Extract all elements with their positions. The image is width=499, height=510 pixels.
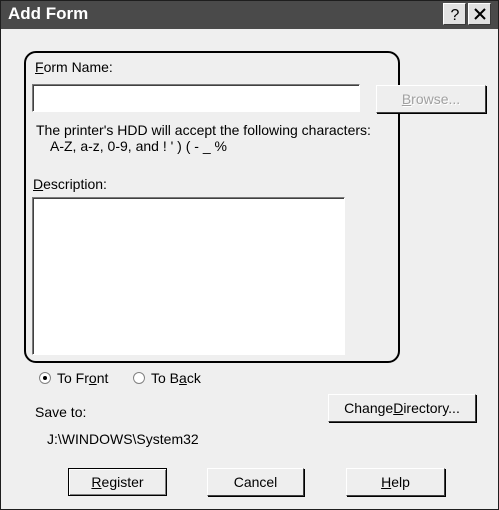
svg-text:?: ?	[451, 7, 460, 22]
cancel-button[interactable]: Cancel	[207, 468, 304, 496]
add-form-dialog: Add Form ? Form Name: Browse... The prin…	[0, 0, 499, 510]
radio-selected-dot	[43, 376, 47, 380]
description-label: Description:	[33, 176, 107, 192]
help-button[interactable]: Help	[346, 468, 445, 496]
register-button[interactable]: Register	[68, 468, 167, 496]
to-front-radio[interactable]	[39, 372, 51, 384]
dialog-title: Add Form	[8, 4, 89, 23]
close-button[interactable]	[468, 3, 491, 25]
to-back-radio[interactable]	[133, 372, 145, 384]
title-bar: Add Form ?	[1, 1, 498, 29]
description-textarea[interactable]	[32, 197, 345, 355]
save-path: J:\WINDOWS\System32	[47, 431, 199, 447]
allowed-characters-list: A-Z, a-z, 0-9, and ! ' ) ( - _ %	[50, 138, 227, 154]
to-back-label[interactable]: To Back	[151, 370, 201, 386]
form-name-label: Form Name:	[35, 59, 113, 75]
question-mark-icon: ?	[451, 7, 460, 22]
allowed-characters-text: The printer's HDD will accept the follow…	[36, 122, 371, 138]
change-directory-button[interactable]: Change Directory...	[328, 394, 476, 422]
save-to-label: Save to:	[35, 404, 87, 420]
browse-button[interactable]: Browse...	[376, 85, 486, 113]
close-icon	[474, 8, 486, 20]
help-title-button[interactable]: ?	[443, 3, 466, 25]
form-name-input[interactable]	[32, 84, 360, 112]
to-front-label[interactable]: To Front	[57, 370, 108, 386]
